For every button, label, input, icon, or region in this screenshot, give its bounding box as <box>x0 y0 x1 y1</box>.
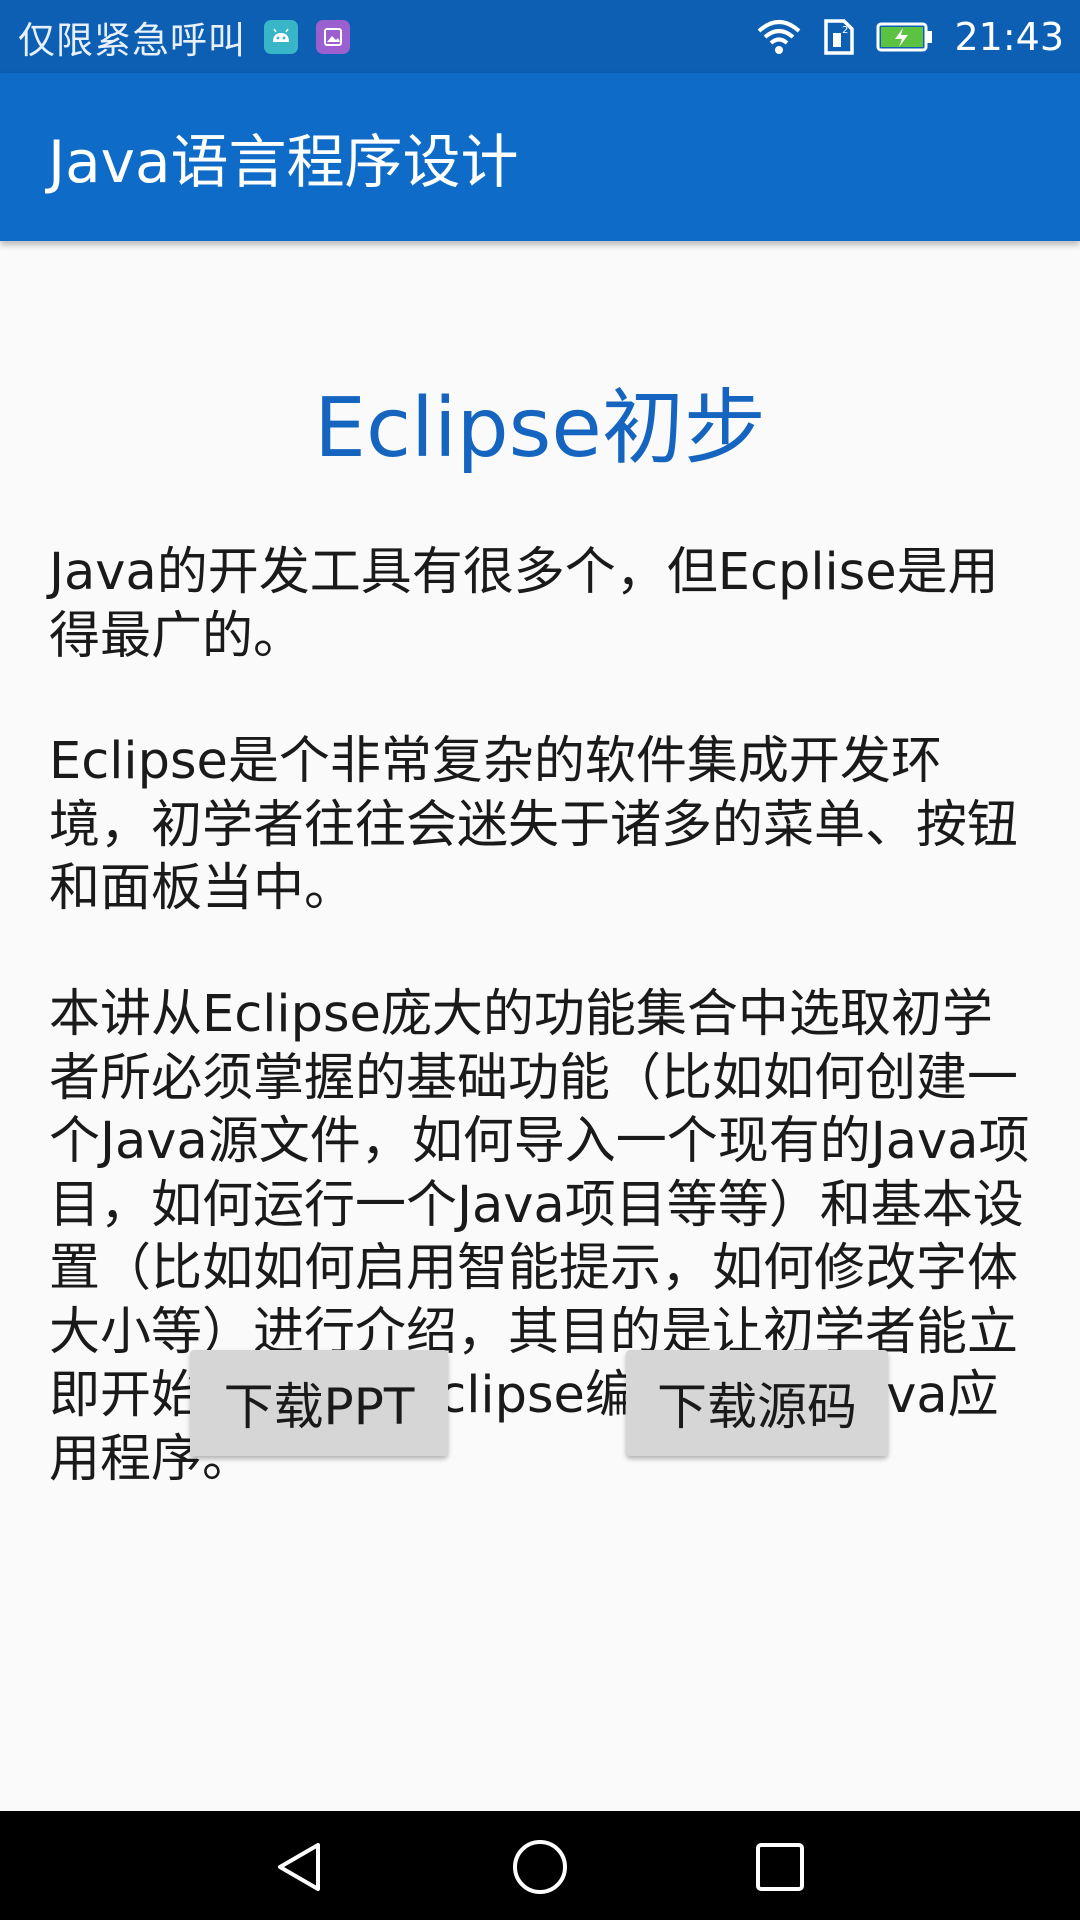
clock: 21:43 <box>954 14 1064 59</box>
battery-charging-icon <box>876 21 934 53</box>
android-notification-icon <box>264 19 298 54</box>
app-bar: Java语言程序设计 <box>0 73 1080 241</box>
app-title: Java语言程序设计 <box>48 128 519 196</box>
lesson-heading: Eclipse初步 <box>314 381 766 476</box>
paragraph-eclipse-description: Eclipse是个非常复杂的软件集成开发环境，初学者往往会迷失于诸多的菜单、按钮… <box>49 732 1019 918</box>
photo-notification-icon <box>316 19 350 54</box>
wifi-icon <box>756 19 802 55</box>
paragraph-intro: Java的开发工具有很多个，但Ecplise是用得最广的。 <box>49 543 999 666</box>
status-left: 仅限紧急呼叫 <box>18 10 736 64</box>
download-source-button[interactable]: 下载源码 <box>626 1350 888 1456</box>
svg-text:2: 2 <box>842 25 848 36</box>
sim-icon: 2 <box>822 17 856 57</box>
home-icon[interactable] <box>510 1839 570 1895</box>
content-area[interactable]: Eclipse初步 Java的开发工具有很多个，但Ecplise是用得最广的。 … <box>0 241 1080 1811</box>
status-bar: 仅限紧急呼叫 2 21:43 <box>0 0 1080 73</box>
carrier-label: 仅限紧急呼叫 <box>18 18 246 62</box>
navigation-bar <box>0 1811 1080 1920</box>
back-icon[interactable] <box>272 1839 328 1895</box>
status-right: 2 21:43 <box>736 15 1064 59</box>
download-ppt-button[interactable]: 下载PPT <box>190 1350 448 1456</box>
recents-icon[interactable] <box>752 1839 808 1895</box>
